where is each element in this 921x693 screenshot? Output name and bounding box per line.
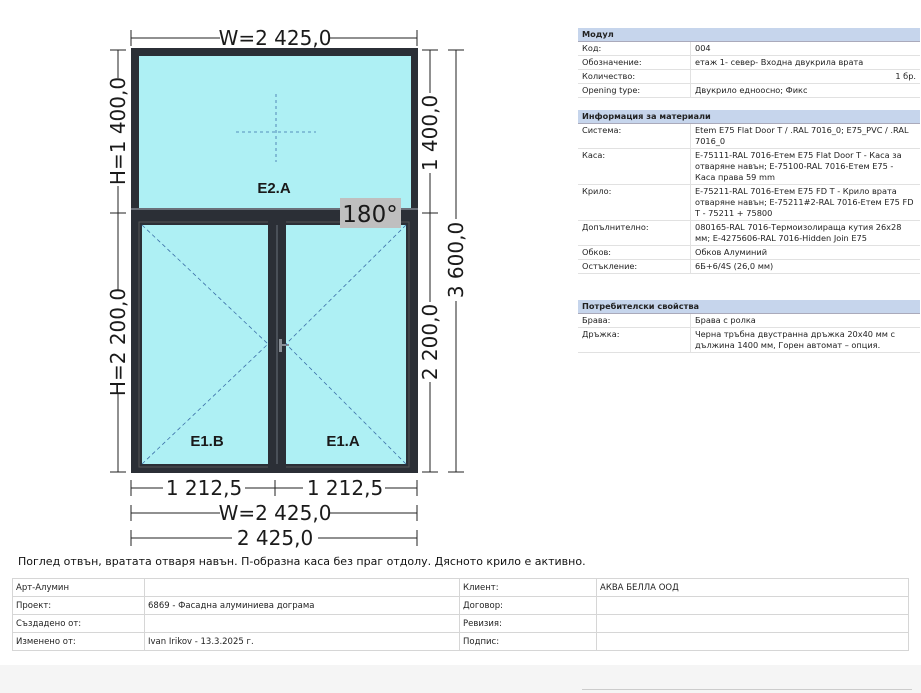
left-sash-glass xyxy=(142,225,268,464)
table-row: Opening type: Двукрило едноосно; Фикс xyxy=(578,83,920,98)
table-row: Обозначение: етаж 1- север- Входна двукри… xyxy=(578,55,920,70)
table-row: Арт-Алумин Клиент: АКВА БЕЛЛА ООД xyxy=(12,578,909,597)
title-block: Арт-Алумин Клиент: АКВА БЕЛЛА ООД Проект… xyxy=(12,578,909,651)
module-table: Модул Код: 004 Обозначение: етаж 1- север-… xyxy=(578,28,920,98)
client-value: АКВА БЕЛЛА ООД xyxy=(596,578,909,597)
height-fixed-left-label: H=1 400,0 xyxy=(106,77,130,185)
height-door-right-label: 2 200,0 xyxy=(418,304,442,380)
module-header: Модул xyxy=(578,28,920,42)
company-name: Арт-Алумин xyxy=(12,578,145,597)
table-row: Код: 004 xyxy=(578,41,920,56)
table-row: Проект: 6869 - Фасадна алуминиева дограм… xyxy=(12,596,909,615)
changed-value: Ivan Irikov - 13.3.2025 г. xyxy=(144,632,460,651)
angle-label: 180° xyxy=(342,202,397,228)
width-half-left-label: 1 212,5 xyxy=(166,476,242,500)
width-bottom-label: 2 425,0 xyxy=(237,526,313,550)
right-sash-glass xyxy=(286,225,406,464)
width-half-right-label: 1 212,5 xyxy=(307,476,383,500)
pane-label-top: E2.A xyxy=(257,180,291,197)
table-row: Крило: E-75211-RAL 7016-Етем E75 FD T - К… xyxy=(578,184,920,221)
table-row: Брава: Брава с ролка xyxy=(578,313,920,328)
table-row: Обков: Обков Алуминий xyxy=(578,245,920,260)
table-row: Каса: E-75111-RAL 7016-Етем E75 Flat Door… xyxy=(578,148,920,185)
height-fixed-right-label: 1 400,0 xyxy=(418,95,442,171)
window-drawing: W=2 425,0 H=1 400,0 H=2 200,0 1 400,0 2 … xyxy=(106,26,468,550)
drawing-caption: Поглед отвън, вратата отваря навън. П-об… xyxy=(18,555,586,568)
user-properties-table: Потребителски свойства Брава: Брава с рол… xyxy=(578,300,920,353)
materials-table: Информация за материали Система: Etem E75… xyxy=(578,110,920,274)
table-row: Изменено от: Ivan Irikov - 13.3.2025 г. … xyxy=(12,632,909,651)
project-value: 6869 - Фасадна алуминиева дограма xyxy=(144,596,460,615)
table-row: Дръжка: Черна тръбна двустранна дръжка 20… xyxy=(578,327,920,353)
divider xyxy=(582,689,912,690)
document-sheet: W=2 425,0 H=1 400,0 H=2 200,0 1 400,0 2 … xyxy=(0,0,921,665)
table-row: Допълнително: 080165-RAL 7016-Термоизолир… xyxy=(578,220,920,246)
table-row: Създадено от: Ревизия: xyxy=(12,614,909,633)
table-row: Остъкление: 6Б+6/4S (26,0 мм) xyxy=(578,259,920,274)
table-row: Система: Etem E75 Flat Door T / .RAL 7016… xyxy=(578,123,920,149)
table-row: Количество: 1 бр. xyxy=(578,69,920,84)
height-door-left-label: H=2 200,0 xyxy=(106,288,130,396)
pane-label-left: E1.B xyxy=(190,433,224,450)
width-bottom-w-label: W=2 425,0 xyxy=(219,501,332,525)
user-properties-header: Потребителски свойства xyxy=(578,300,920,314)
materials-header: Информация за материали xyxy=(578,110,920,124)
width-top-label: W=2 425,0 xyxy=(219,26,332,50)
pane-label-right: E1.A xyxy=(326,433,360,450)
height-total-label: 3 600,0 xyxy=(444,222,468,298)
